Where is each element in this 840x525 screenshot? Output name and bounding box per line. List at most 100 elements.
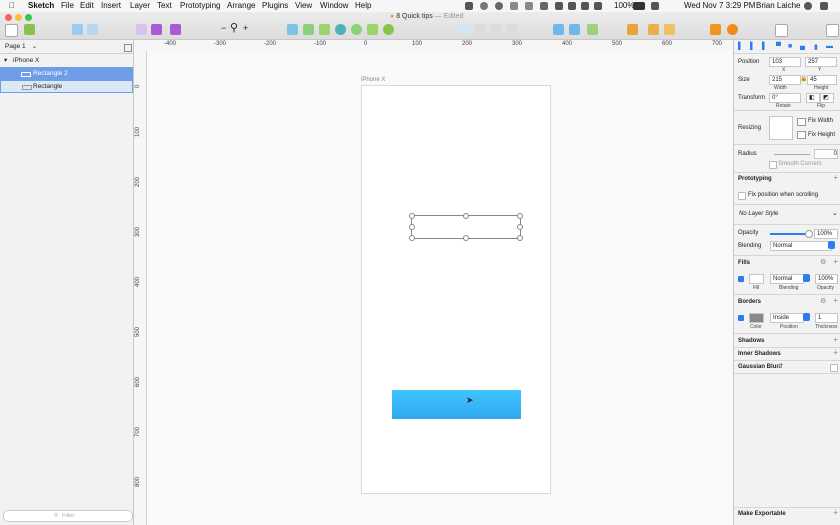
opacity-slider[interactable] (770, 233, 806, 235)
resize-handle[interactable] (409, 224, 415, 230)
distribute-h-icon[interactable]: ▮ (814, 43, 818, 51)
zoom-in-icon[interactable]: + (243, 23, 248, 33)
resizing-widget[interactable] (769, 116, 793, 140)
width-input[interactable]: 215 (769, 75, 801, 85)
union-icon[interactable] (459, 24, 470, 35)
intersect-icon[interactable] (491, 24, 502, 35)
menu-datetime[interactable]: Wed Nov 7 3:29 PM (684, 1, 755, 10)
resize-handle[interactable] (409, 235, 415, 241)
resize-handle[interactable] (409, 213, 415, 219)
clock-icon[interactable] (540, 2, 548, 10)
resize-handle[interactable] (463, 213, 469, 219)
expand-icon[interactable] (826, 24, 839, 37)
opacity-slider-knob[interactable] (805, 230, 813, 238)
add-border-icon[interactable]: + (833, 296, 838, 305)
mirror-icon[interactable] (587, 24, 598, 35)
bluetooth-icon[interactable] (555, 2, 563, 10)
menu-insert[interactable]: Insert (101, 1, 121, 10)
view-menu-icon[interactable] (775, 24, 788, 37)
transform-icon[interactable] (335, 24, 346, 35)
rotate-input[interactable]: 0° (769, 93, 801, 103)
menu-layer[interactable]: Layer (130, 1, 150, 10)
menu-app[interactable]: Sketch (28, 1, 54, 10)
blue-rectangle[interactable] (392, 390, 521, 419)
align-top-icon[interactable]: ▀ (776, 43, 781, 50)
resize-handle[interactable] (517, 224, 523, 230)
add-export-icon[interactable]: + (833, 508, 838, 517)
fix-height-label[interactable]: Fix Height (808, 132, 835, 138)
cloud-icon-toolbar[interactable] (727, 24, 738, 35)
create-symbol-icon[interactable] (72, 24, 83, 35)
menu-plugins[interactable]: Plugins (262, 1, 288, 10)
wifi-icon[interactable] (568, 2, 576, 10)
position-x-input[interactable]: 103 (769, 57, 801, 67)
smooth-corners-checkbox[interactable] (769, 161, 777, 169)
view-icon[interactable] (648, 24, 659, 35)
canvas[interactable]: iPhone X ➤ (147, 51, 733, 525)
page-selector[interactable]: Page 1 (5, 43, 26, 50)
close-window-button[interactable] (5, 14, 12, 21)
blending-select[interactable]: Normal (770, 241, 832, 251)
add-shadow-icon[interactable]: + (833, 335, 838, 344)
symbol-icon[interactable] (24, 24, 35, 35)
chevron-updown-icon[interactable]: ⇵ (778, 363, 783, 370)
fix-scroll-checkbox[interactable] (738, 192, 746, 200)
height-input[interactable]: 45 (807, 75, 837, 85)
add-fill-icon[interactable]: + (833, 257, 838, 266)
menu-file[interactable]: File (61, 1, 74, 10)
grid-icon[interactable] (510, 2, 518, 10)
resize-handle[interactable] (517, 213, 523, 219)
flag-icon[interactable] (651, 2, 659, 10)
layer-rectangle-2[interactable]: Rectangle 2 (0, 67, 133, 80)
fix-width-label[interactable]: Fix Width (808, 118, 833, 124)
resize-handle[interactable] (517, 235, 523, 241)
record-icon[interactable] (495, 2, 503, 10)
gaussian-blur-header[interactable]: Gaussian Blur (738, 364, 779, 370)
location-icon[interactable] (465, 2, 473, 10)
export-icon[interactable] (664, 24, 675, 35)
align-left-icon[interactable]: ▌ (738, 43, 743, 50)
ungroup-icon[interactable] (303, 24, 314, 35)
menu-text[interactable]: Text (157, 1, 172, 10)
position-y-input[interactable]: 257 (805, 57, 837, 67)
flatten-icon[interactable] (367, 24, 378, 35)
menu-window[interactable]: Window (320, 1, 348, 10)
artboard-label[interactable]: iPhone X (361, 77, 385, 83)
add-prototyping-icon[interactable]: + (833, 173, 838, 182)
blending-stepper[interactable] (828, 241, 835, 249)
border-thickness-input[interactable]: 1 (815, 313, 838, 323)
menu-prototyping[interactable]: Prototyping (180, 1, 220, 10)
volume-icon[interactable] (594, 2, 602, 10)
zoom-icon[interactable]: ⚲ (230, 21, 238, 34)
notification-icon[interactable] (820, 2, 828, 10)
filter-input[interactable]: ⚲ Filter (3, 510, 133, 522)
align-middle-icon[interactable]: ■ (788, 43, 792, 50)
forward-layer-icon[interactable] (553, 24, 564, 35)
difference-icon[interactable] (507, 24, 518, 35)
group-icon[interactable] (287, 24, 298, 35)
radius-input[interactable]: 0 (814, 149, 838, 159)
airplay-icon[interactable] (581, 2, 589, 10)
resize-handle[interactable] (463, 235, 469, 241)
vertical-ruler[interactable]: 0 100 200 300 400 500 600 700 800 (134, 51, 147, 525)
align-center-icon[interactable]: ▌ (750, 43, 755, 50)
layer-artboard[interactable]: ▾ iPhone X (0, 54, 133, 67)
hotspot-icon[interactable] (87, 24, 98, 35)
blur-enabled-checkbox[interactable] (830, 364, 838, 372)
sync-icon[interactable] (480, 2, 488, 10)
flip-vertical-button[interactable]: ◩ (820, 93, 834, 103)
border-enabled-checkbox[interactable] (738, 315, 744, 321)
backward-icon[interactable] (151, 24, 162, 35)
search-icon[interactable] (804, 2, 812, 10)
opacity-input[interactable]: 100% (814, 229, 838, 239)
border-position-select[interactable]: Inside (770, 313, 804, 323)
chevron-down-icon[interactable]: ⌄ (32, 43, 37, 50)
flip-horizontal-button[interactable]: ◧ (806, 93, 820, 103)
gear-icon[interactable]: ⚙ (820, 258, 826, 266)
menu-help[interactable]: Help (355, 1, 371, 10)
disclosure-icon[interactable]: ▾ (4, 54, 7, 67)
fill-color-swatch[interactable] (749, 274, 764, 284)
text-style-icon[interactable] (170, 24, 181, 35)
apple-icon[interactable]:  (9, 1, 15, 10)
cloud-icon[interactable] (525, 2, 533, 10)
